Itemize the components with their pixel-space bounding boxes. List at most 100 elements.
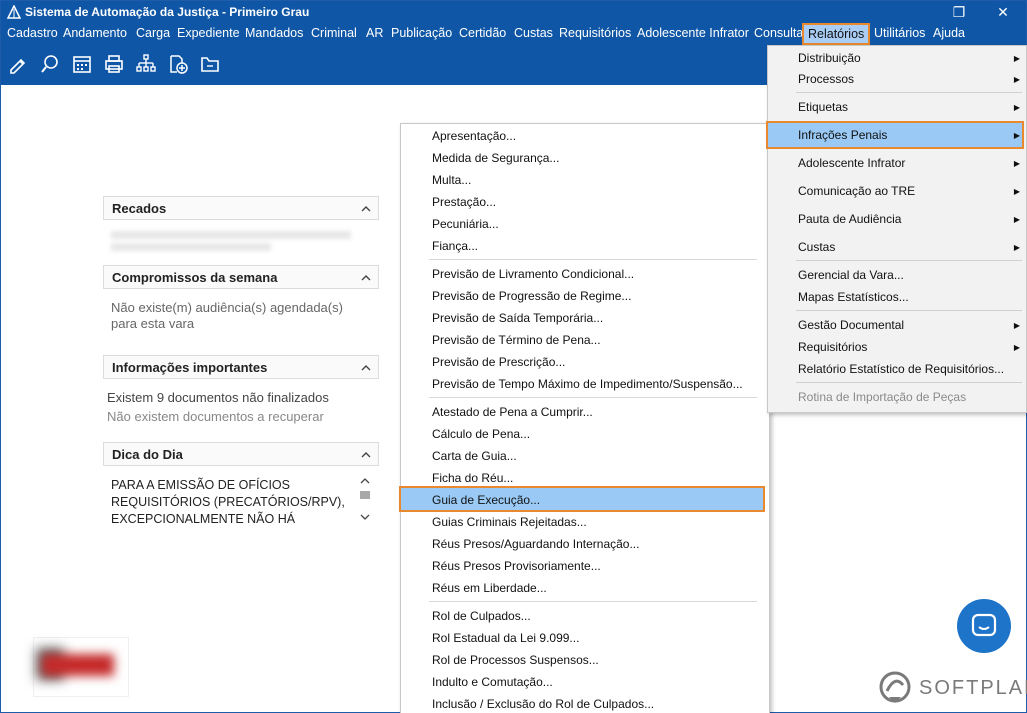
menu-ar[interactable]: AR	[366, 26, 383, 40]
menu-utilitarios[interactable]: Utilitários	[874, 26, 925, 40]
relatorios-item-importacao-pecas: Rotina de Importação de Peças	[798, 390, 967, 404]
submenu-item-livramento[interactable]: Previsão de Livramento Condicional...	[432, 267, 634, 281]
menu-relatorios[interactable]: Relatórios	[802, 23, 871, 45]
softplan-brand: SOFTPLAN	[877, 671, 1027, 705]
window-title: Sistema de Automação da Justiça - Primei…	[25, 5, 310, 19]
dica-scrollbar[interactable]	[357, 475, 373, 523]
submenu-arrow-icon: ▶	[1013, 243, 1020, 252]
folder-icon[interactable]	[199, 53, 221, 75]
submenu-item-indulto[interactable]: Indulto e Comutação...	[432, 675, 553, 689]
submenu-separator	[429, 601, 757, 602]
court-logo	[33, 637, 129, 697]
submenu-item-inclusao-exclusao[interactable]: Inclusão / Exclusão do Rol de Culpados..…	[432, 697, 654, 711]
chat-icon	[971, 613, 997, 637]
submenu-arrow-icon: ▶	[1013, 54, 1020, 63]
compromissos-text: Não existe(m) audiência(s) agendada(s)	[111, 300, 343, 315]
printer-icon[interactable]	[103, 53, 125, 75]
submenu-item-termino[interactable]: Previsão de Término de Pena...	[432, 333, 601, 347]
submenu-item-guia-execucao[interactable]: Guia de Execução...	[432, 493, 540, 507]
submenu-item-medida-seguranca[interactable]: Medida de Segurança...	[432, 151, 559, 165]
restore-button[interactable]: ❐	[939, 1, 979, 23]
recados-panel-header[interactable]: Recados	[103, 196, 379, 220]
relatorios-item-custas[interactable]: Custas	[798, 240, 835, 254]
relatorios-item-adolescente-infrator[interactable]: Adolescente Infrator	[798, 156, 905, 170]
edit-icon[interactable]	[7, 53, 29, 75]
submenu-arrow-icon: ▶	[1013, 343, 1020, 352]
submenu-item-fianca[interactable]: Fiança...	[432, 239, 478, 253]
menu-mandados[interactable]: Mandados	[245, 26, 303, 40]
chevron-up-icon[interactable]	[360, 362, 372, 374]
add-doc-icon[interactable]	[167, 53, 189, 75]
informacoes-panel-header[interactable]: Informações importantes	[103, 355, 379, 379]
relatorios-item-gerencial-vara[interactable]: Gerencial da Vara...	[798, 268, 904, 282]
relatorios-item-requisitorios[interactable]: Requisitórios	[798, 340, 867, 354]
relatorios-item-comunicacao-tre[interactable]: Comunicação ao TRE	[798, 184, 915, 198]
submenu-item-tempo-maximo[interactable]: Previsão de Tempo Máximo de Impedimento/…	[432, 377, 743, 391]
submenu-arrow-icon: ▶	[1013, 215, 1020, 224]
submenu-item-reus-liberdade[interactable]: Réus em Liberdade...	[432, 581, 547, 595]
submenu-item-calculo[interactable]: Cálculo de Pena...	[432, 427, 530, 441]
close-button[interactable]: ✕	[983, 1, 1023, 23]
submenu-item-saida[interactable]: Previsão de Saída Temporária...	[432, 311, 603, 325]
submenu-item-pecuniaria[interactable]: Pecuniária...	[432, 217, 499, 231]
menu-cadastro[interactable]: Cadastro	[7, 26, 58, 40]
informacoes-link-documentos[interactable]: Existem 9 documentos não finalizados	[107, 390, 329, 405]
submenu-item-progressao[interactable]: Previsão de Progressão de Regime...	[432, 289, 631, 303]
submenu-item-rol-estadual[interactable]: Rol Estadual da Lei 9.099...	[432, 631, 579, 645]
menu-carga[interactable]: Carga	[136, 26, 170, 40]
relatorios-item-distribuicao[interactable]: Distribuição	[798, 51, 861, 65]
menu-criminal[interactable]: Criminal	[311, 26, 357, 40]
menu-bar: Cadastro Andamento Carga Expediente Mand…	[1, 23, 1026, 45]
menu-ajuda[interactable]: Ajuda	[933, 26, 965, 40]
submenu-item-prestacao[interactable]: Prestação...	[432, 195, 496, 209]
app-window: Sistema de Automação da Justiça - Primei…	[0, 0, 1027, 713]
relatorios-item-mapas-estatisticos[interactable]: Mapas Estatísticos...	[798, 290, 909, 304]
search-icon[interactable]	[39, 53, 61, 75]
menu-expediente[interactable]: Expediente	[177, 26, 240, 40]
submenu-item-guias-rejeitadas[interactable]: Guias Criminais Rejeitadas...	[432, 515, 587, 529]
submenu-arrow-icon: ▶	[1013, 187, 1020, 196]
menu-publicacao[interactable]: Publicação	[391, 26, 452, 40]
submenu-arrow-icon: ▶	[1013, 321, 1020, 330]
calendar-icon[interactable]	[71, 53, 93, 75]
softplan-text: SOFTPLAN	[919, 677, 1027, 699]
compromissos-text: para esta vara	[111, 316, 195, 331]
relatorios-menu: Distribuição ▶ Processos ▶ Etiquetas ▶ I…	[766, 45, 1027, 413]
submenu-item-prescricao[interactable]: Previsão de Prescrição...	[432, 355, 565, 369]
tree-icon[interactable]	[135, 53, 157, 75]
submenu-item-reus-presos-provisorio[interactable]: Réus Presos Provisoriamente...	[432, 559, 601, 573]
dica-panel-header[interactable]: Dica do Dia	[103, 442, 379, 466]
menu-separator	[796, 92, 1022, 93]
dica-content: PARA A EMISSÃO DE OFÍCIOS REQUISITÓRIOS …	[103, 467, 379, 527]
relatorios-item-estatistico-requisitorios[interactable]: Relatório Estatístico de Requisitórios..…	[798, 362, 1004, 376]
menu-consulta[interactable]: Consulta	[754, 26, 803, 40]
submenu-item-multa[interactable]: Multa...	[432, 173, 471, 187]
relatorios-item-processos[interactable]: Processos	[798, 72, 854, 86]
submenu-item-apresentacao[interactable]: Apresentação...	[432, 129, 516, 143]
menu-custas[interactable]: Custas	[514, 26, 553, 40]
menu-andamento[interactable]: Andamento	[63, 26, 127, 40]
menu-requisitorios[interactable]: Requisitórios	[559, 26, 631, 40]
dica-title: Dica do Dia	[112, 447, 183, 462]
submenu-item-rol-suspensos[interactable]: Rol de Processos Suspensos...	[432, 653, 599, 667]
submenu-item-ficha-reu[interactable]: Ficha do Réu...	[432, 471, 513, 485]
title-bar: Sistema de Automação da Justiça - Primei…	[1, 1, 1026, 23]
relatorios-item-etiquetas[interactable]: Etiquetas	[798, 100, 848, 114]
relatorios-item-gestao-documental[interactable]: Gestão Documental	[798, 318, 904, 332]
submenu-item-carta-guia[interactable]: Carta de Guia...	[432, 449, 517, 463]
chat-button[interactable]	[957, 599, 1011, 653]
submenu-item-reus-presos-aguardando[interactable]: Réus Presos/Aguardando Internação...	[432, 537, 639, 551]
submenu-separator	[429, 397, 757, 398]
menu-adolescente-infrator[interactable]: Adolescente Infrator	[637, 26, 749, 40]
compromissos-panel-header[interactable]: Compromissos da semana	[103, 265, 379, 289]
dica-line: EXCEPCIONALMENTE NÃO HÁ	[111, 512, 296, 526]
chevron-up-icon[interactable]	[360, 272, 372, 284]
submenu-item-atestado[interactable]: Atestado de Pena a Cumprir...	[432, 405, 593, 419]
submenu-item-rol-culpados[interactable]: Rol de Culpados...	[432, 609, 531, 623]
chevron-up-icon[interactable]	[360, 203, 372, 215]
relatorios-item-pauta-audiencia[interactable]: Pauta de Audiência	[798, 212, 901, 226]
chevron-up-icon[interactable]	[360, 449, 372, 461]
informacoes-title: Informações importantes	[112, 360, 268, 375]
menu-certidao[interactable]: Certidão	[459, 26, 506, 40]
relatorios-item-infracoes-penais[interactable]: Infrações Penais	[798, 128, 887, 142]
